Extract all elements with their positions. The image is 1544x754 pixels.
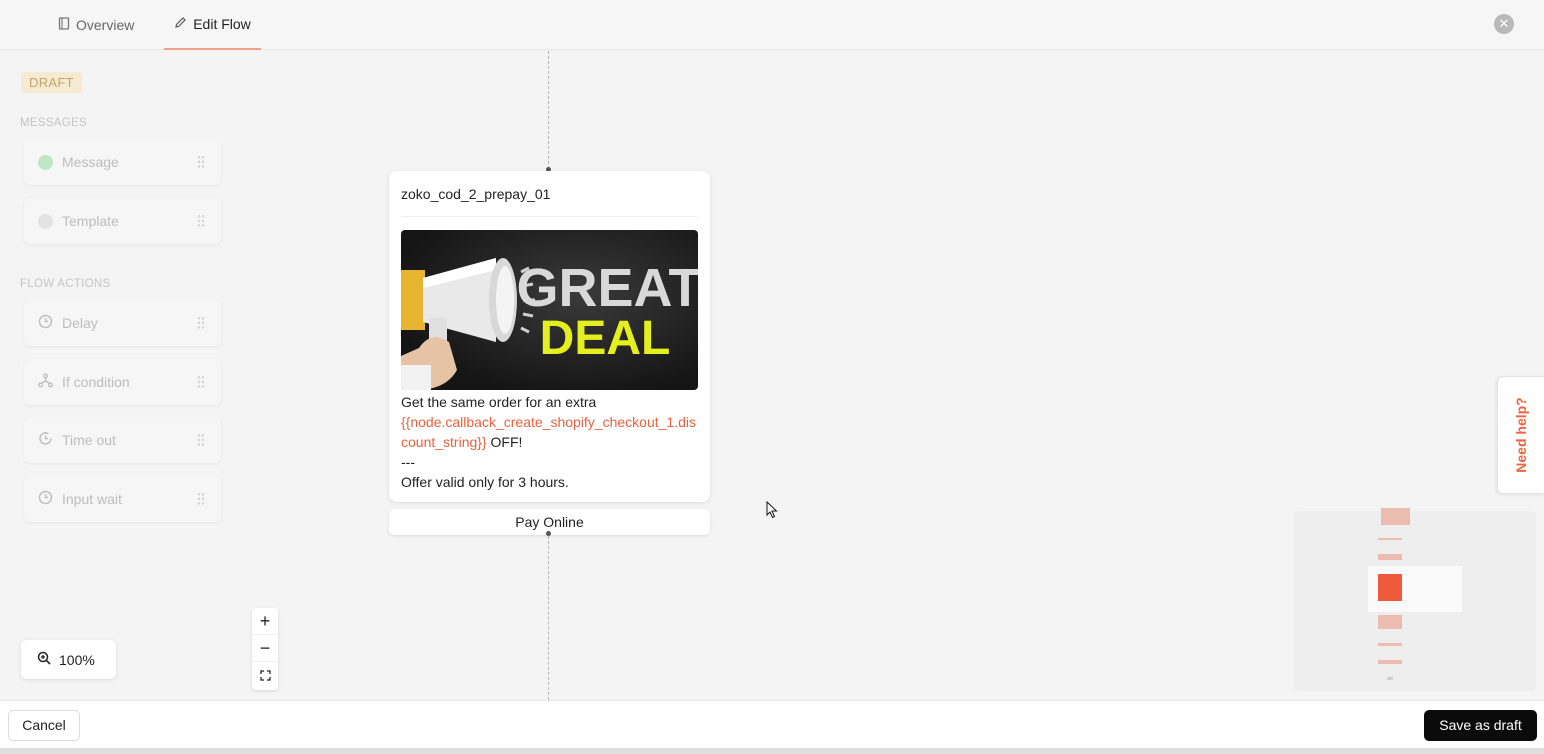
bottom-strip — [0, 748, 1544, 754]
zoom-controls: + − — [252, 608, 278, 690]
branch-icon — [38, 373, 53, 391]
minimap-node — [1381, 508, 1410, 525]
palette-item-template[interactable]: Template — [24, 198, 221, 244]
drag-handle-icon[interactable] — [197, 155, 205, 169]
node-image: GREAT DEAL — [401, 230, 698, 390]
flow-actions-section-label: FLOW ACTIONS — [20, 278, 111, 290]
palette-item-time-out[interactable]: Time out — [24, 417, 221, 463]
drag-handle-icon[interactable] — [197, 214, 205, 228]
minimap-node — [1378, 538, 1402, 540]
image-text-deal: DEAL — [540, 312, 671, 365]
tab-label: Edit Flow — [193, 16, 251, 32]
need-help-label: Need help? — [1513, 397, 1529, 473]
status-badge: DRAFT — [21, 72, 82, 93]
template-variable: {{node.callback_create_shopify_checkout_… — [401, 414, 696, 450]
drag-handle-icon[interactable] — [197, 492, 205, 506]
connector-line — [548, 536, 549, 700]
body-suffix: OFF! — [486, 434, 523, 450]
palette-item-label: Time out — [62, 432, 116, 448]
palette-item-label: Template — [62, 213, 119, 229]
book-icon — [58, 17, 70, 33]
body-line: Offer valid only for 3 hours. — [401, 474, 569, 490]
node-title: zoko_cod_2_prepay_01 — [401, 186, 551, 202]
palette-item-label: Input wait — [62, 491, 122, 507]
palette-item-delay[interactable]: Delay — [24, 300, 221, 346]
minimap-node — [1378, 615, 1402, 629]
minimap-node — [1378, 643, 1402, 646]
tab-edit-flow[interactable]: Edit Flow — [164, 0, 261, 50]
minimap-node — [1378, 660, 1402, 664]
top-tab-bar: Overview Edit Flow ✕ — [0, 0, 1544, 50]
drag-handle-icon[interactable] — [197, 316, 205, 330]
minimap-node — [1387, 677, 1393, 680]
zoom-in-button[interactable]: + — [252, 608, 278, 635]
clock-icon — [38, 314, 53, 332]
minimap-active-node — [1378, 574, 1402, 601]
connector-line — [548, 51, 549, 169]
whatsapp-icon — [38, 154, 53, 170]
tab-label: Overview — [76, 17, 135, 33]
zoom-out-button[interactable]: − — [252, 635, 278, 662]
palette-item-label: If condition — [62, 374, 130, 390]
fullscreen-icon — [259, 670, 271, 681]
megaphone-illustration — [401, 258, 535, 390]
save-as-draft-button[interactable]: Save as draft — [1424, 710, 1537, 741]
zoom-level: 100% — [59, 651, 95, 668]
zoom-level-indicator[interactable]: 100% — [21, 640, 116, 679]
cancel-button[interactable]: Cancel — [8, 710, 80, 741]
body-separator: --- — [401, 454, 415, 470]
timeout-icon — [38, 431, 53, 449]
messenger-icon — [38, 213, 53, 229]
drag-handle-icon[interactable] — [197, 433, 205, 447]
node-divider — [401, 216, 698, 217]
node-output-handle[interactable] — [546, 531, 551, 536]
footer-bar: Cancel Save as draft — [0, 700, 1544, 748]
palette-item-label: Message — [62, 154, 119, 170]
close-icon[interactable]: ✕ — [1494, 14, 1514, 34]
palette-item-input-wait[interactable]: Input wait — [24, 476, 221, 522]
pencil-icon — [174, 16, 187, 32]
minimap-node — [1378, 554, 1402, 560]
minimap[interactable] — [1294, 508, 1536, 691]
palette-item-if-condition[interactable]: If condition — [24, 359, 221, 405]
zoom-icon — [37, 651, 51, 668]
node-message-body: Get the same order for an extra {{node.c… — [401, 392, 701, 492]
image-text-great: GREAT — [517, 258, 699, 318]
palette-item-label: Delay — [62, 315, 98, 331]
drag-handle-icon[interactable] — [197, 375, 205, 389]
tab-overview[interactable]: Overview — [58, 0, 134, 50]
fit-view-button[interactable] — [252, 662, 278, 689]
palette-item-message[interactable]: Message — [24, 139, 221, 185]
message-node[interactable]: zoko_cod_2_prepay_01 GREAT DEAL Get the … — [389, 171, 710, 502]
body-line: Get the same order for an extra — [401, 394, 597, 410]
mouse-cursor-icon — [766, 500, 778, 524]
clock-icon — [38, 490, 53, 508]
messages-section-label: MESSAGES — [20, 117, 87, 129]
need-help-tab[interactable]: Need help? — [1497, 376, 1544, 494]
